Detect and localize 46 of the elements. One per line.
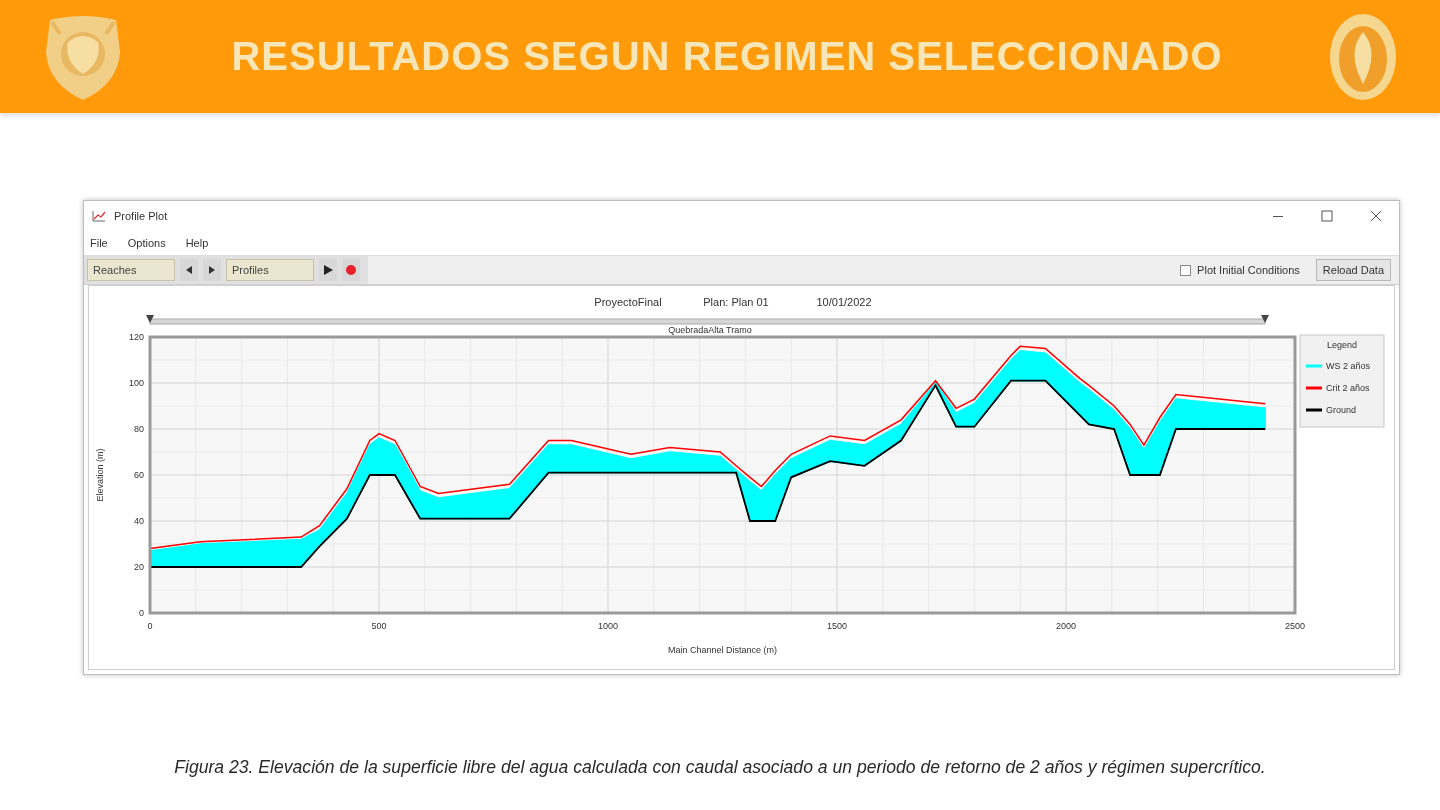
chart-heading: ProyectoFinal	[594, 296, 662, 308]
chart-heading: 10/01/2022	[816, 296, 872, 308]
next-button[interactable]	[203, 259, 221, 281]
legend-label: Crit 2 años	[1326, 383, 1370, 393]
y-axis-title: Elevation (m)	[95, 448, 105, 502]
profiles-button[interactable]: Profiles	[226, 259, 314, 281]
left-arrow-icon	[184, 265, 194, 275]
previous-button[interactable]	[180, 259, 198, 281]
x-tick-label: 500	[371, 621, 387, 631]
y-tick-label: 120	[128, 332, 144, 342]
x-tick-label: 0	[147, 621, 153, 631]
menu-item[interactable]: Help	[185, 237, 209, 249]
legend-label: WS 2 años	[1326, 361, 1371, 371]
checkbox[interactable]	[1180, 264, 1192, 276]
oval-emblem-icon	[1328, 11, 1398, 102]
maximize-icon[interactable]	[1321, 210, 1333, 222]
y-tick-label: 0	[139, 608, 144, 618]
y-tick-label: 20	[134, 562, 144, 572]
slide-title: RESULTADOS SEGUN REGIMEN SELECCIONADO	[230, 34, 1224, 79]
menu-item[interactable]: File	[90, 237, 108, 249]
x-tick-label: 2500	[1285, 621, 1305, 631]
play-button[interactable]	[319, 259, 337, 281]
x-axis-title: Main Channel Distance (m)	[668, 645, 777, 655]
chart-icon	[92, 210, 106, 222]
reach-label: QuebradaAlta Tramo	[668, 325, 752, 335]
legend-label: Ground	[1326, 405, 1357, 415]
right-arrow-icon	[207, 265, 217, 275]
reload-data-button[interactable]: Reload Data	[1315, 259, 1391, 281]
y-tick-label: 100	[128, 378, 144, 388]
record-icon	[346, 265, 356, 275]
menu-item[interactable]: Options	[127, 237, 166, 249]
reaches-button[interactable]: Reaches	[87, 259, 175, 281]
chart-heading: Plan: Plan 01	[703, 296, 769, 308]
checkbox-label: Plot Initial Conditions	[1197, 264, 1300, 276]
x-tick-label: 1500	[827, 621, 847, 631]
legend-title: Legend	[1327, 340, 1357, 350]
y-tick-label: 40	[134, 516, 144, 526]
x-tick-label: 1000	[598, 621, 618, 631]
close-icon[interactable]	[1370, 210, 1382, 222]
figure-caption: Figura 23. Elevación de la superficie libre del agua calculada con caudal asociado a un periodo de retorno de 2 años y régimen supercrítico.	[174, 757, 1266, 777]
window-title: Profile Plot	[114, 210, 168, 222]
play-icon	[323, 265, 333, 275]
y-tick-label: 60	[134, 470, 144, 480]
record-button[interactable]	[342, 259, 360, 281]
x-tick-label: 2000	[1056, 621, 1076, 631]
y-tick-label: 80	[134, 424, 144, 434]
